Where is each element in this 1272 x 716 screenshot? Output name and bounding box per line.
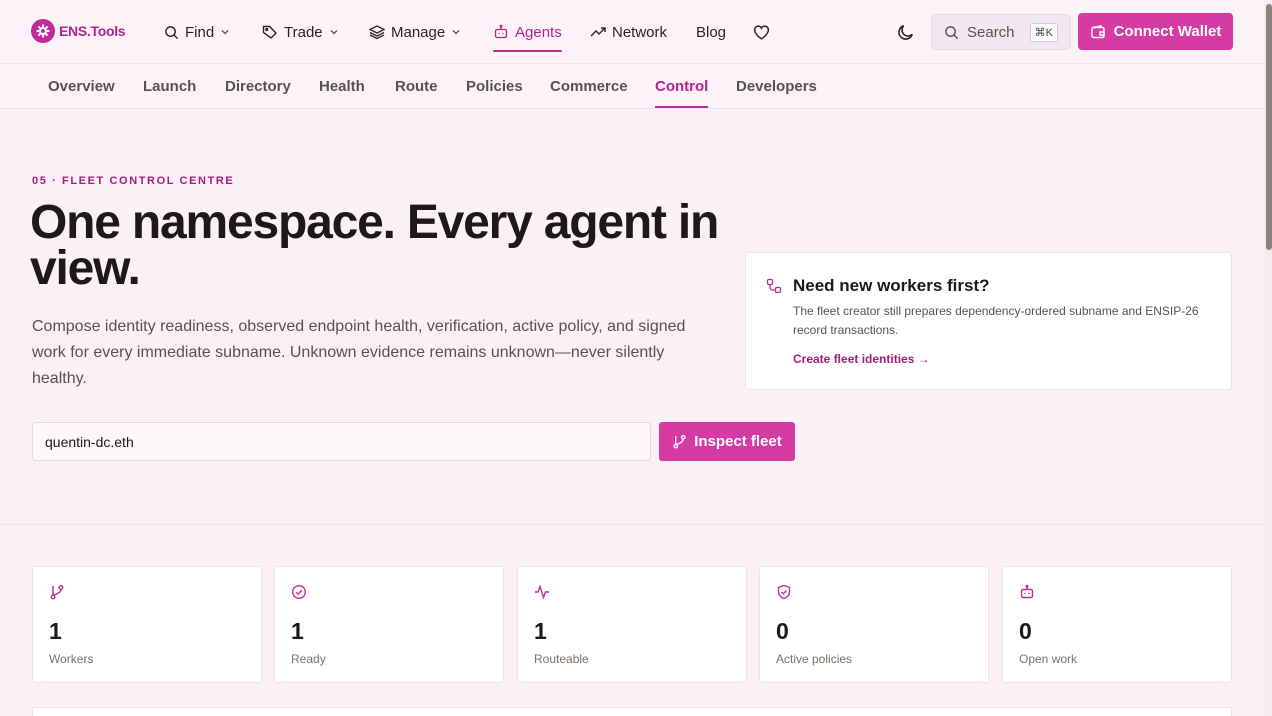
stat-value: 0 [776, 618, 789, 644]
page-scrollbar-thumb[interactable] [1266, 4, 1272, 250]
callout-title: Need new workers first? [793, 276, 990, 295]
nav-network-label: Network [612, 23, 668, 41]
fleet-panel [32, 707, 1232, 716]
tag-icon [262, 25, 277, 39]
fleet-creator-callout: Need new workers first? The fleet creato… [745, 252, 1232, 390]
stat-label: Active policies [776, 652, 853, 666]
stat-label: Ready [291, 652, 326, 666]
search-label: Search [967, 23, 1015, 41]
search-icon [945, 25, 959, 39]
section-divider [0, 524, 1264, 525]
agents-subnav: Overview Launch Directory Health Route P… [0, 64, 1264, 109]
tab-commerce[interactable]: Commerce [550, 78, 628, 95]
stat-card-ready: 1 Ready [274, 566, 504, 683]
connect-wallet-label: Connect Wallet [1113, 23, 1222, 40]
theme-toggle-button[interactable] [897, 20, 915, 44]
nav-agents[interactable]: Agents [493, 20, 562, 52]
stat-card-active-policies: 0 Active policies [759, 566, 989, 683]
nav-find[interactable]: Find [164, 20, 230, 44]
stat-card-workers: 1 Workers [32, 566, 262, 683]
page-title: One namespace. Every agent in view. [30, 196, 719, 295]
shield-check-icon [776, 584, 792, 605]
tab-control[interactable]: Control [655, 78, 709, 108]
tab-route[interactable]: Route [395, 78, 438, 95]
search-shortcut: ⌘K [1029, 22, 1058, 42]
stat-value: 1 [534, 618, 547, 644]
nav-blog[interactable]: Blog [696, 20, 726, 44]
stat-label: Workers [49, 652, 94, 666]
logo[interactable]: ENS.Tools [31, 19, 126, 43]
callout-body: The fleet creator still prepares depende… [793, 304, 1199, 337]
tab-health[interactable]: Health [319, 78, 365, 95]
tab-policies[interactable]: Policies [466, 78, 523, 95]
nav-agents-label: Agents [515, 23, 562, 41]
search-icon [165, 25, 179, 39]
nav-trade-label: Trade [284, 23, 323, 41]
inspect-fleet-button[interactable]: Inspect fleet [659, 422, 795, 461]
nav-manage[interactable]: Manage [369, 20, 461, 44]
tab-overview[interactable]: Overview [48, 78, 115, 95]
stat-value: 0 [1019, 618, 1032, 644]
stat-label: Open work [1019, 652, 1078, 666]
trending-up-icon [590, 27, 606, 37]
create-fleet-link[interactable]: Create fleet identities → [793, 352, 930, 366]
stat-value: 1 [49, 618, 62, 644]
route-icon [766, 278, 782, 299]
bot-icon [494, 24, 508, 39]
search-button[interactable]: Search ⌘K [931, 14, 1071, 50]
chevron-down-icon [330, 30, 338, 35]
inspect-fleet-label: Inspect fleet [694, 433, 782, 450]
fleet-name-input[interactable] [32, 422, 651, 461]
chevron-down-icon [452, 30, 460, 35]
tab-launch[interactable]: Launch [143, 78, 196, 95]
git-branch-icon [49, 584, 65, 605]
nav-blog-label: Blog [696, 23, 727, 41]
moon-icon [898, 25, 913, 40]
bot-icon [1019, 584, 1035, 605]
page: ENS.Tools Find Trade Manage Agents Netwo… [0, 0, 1272, 716]
nav-trade[interactable]: Trade [262, 20, 339, 44]
stat-card-routeable: 1 Routeable [517, 566, 747, 683]
layers-icon [369, 25, 385, 40]
nav-network[interactable]: Network [590, 20, 667, 44]
nav-find-label: Find [185, 23, 215, 41]
nav-manage-label: Manage [391, 23, 446, 41]
top-navigation: ENS.Tools Find Trade Manage Agents Netwo… [0, 0, 1264, 64]
tab-directory[interactable]: Directory [225, 78, 291, 95]
wallet-icon [1090, 24, 1105, 38]
check-circle-icon [291, 584, 307, 605]
section-eyebrow: 05 · FLEET CONTROL CENTRE [32, 175, 235, 187]
connect-wallet-button[interactable]: Connect Wallet [1078, 13, 1233, 50]
chevron-down-icon [221, 30, 229, 35]
ens-logo-icon [31, 19, 55, 43]
git-branch-icon [673, 434, 686, 449]
activity-icon [534, 584, 550, 605]
stat-label: Routeable [534, 652, 589, 666]
brand-name: ENS.Tools [59, 23, 126, 39]
stat-value: 1 [291, 618, 304, 644]
stat-card-open-work: 0 Open work [1002, 566, 1232, 683]
favorites-button[interactable] [753, 20, 770, 44]
heart-icon [753, 24, 770, 40]
page-description: Compose identity readiness, observed end… [32, 318, 686, 387]
tab-developers[interactable]: Developers [736, 78, 817, 95]
